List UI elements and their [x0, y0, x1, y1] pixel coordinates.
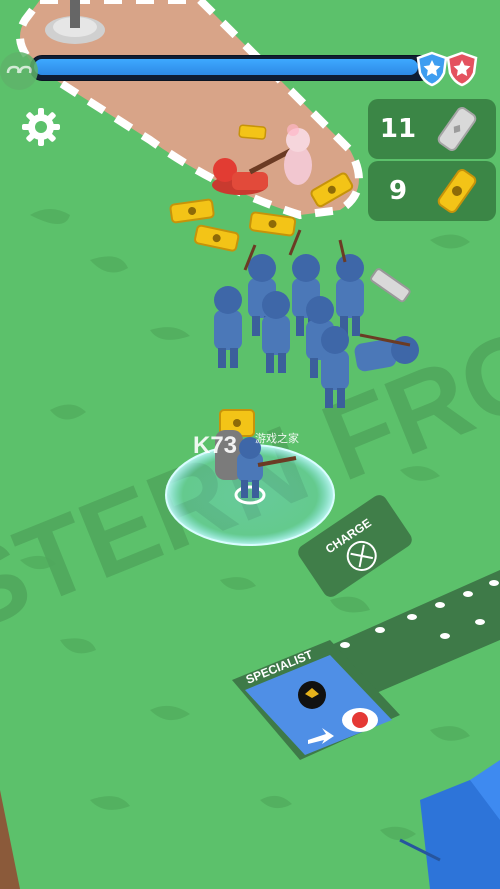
level-progress-bar — [30, 51, 478, 87]
watermark-sub: 游戏之家 — [255, 431, 299, 445]
gold-bar-icon — [437, 169, 477, 213]
settings-button[interactable] — [20, 106, 62, 148]
silver-count: 11 — [379, 114, 417, 144]
gear-icon — [22, 108, 60, 146]
loop-icon — [6, 65, 32, 74]
watermark-logo: K73 — [193, 432, 237, 459]
silver-bar-icon — [437, 107, 477, 151]
silver-counter: 11 — [368, 99, 496, 159]
gold-counter: 9 — [368, 161, 496, 221]
progress-fill — [34, 59, 419, 75]
gold-count: 9 — [388, 176, 408, 206]
red-star-shield-icon — [446, 51, 478, 87]
loop-button[interactable] — [0, 52, 38, 90]
